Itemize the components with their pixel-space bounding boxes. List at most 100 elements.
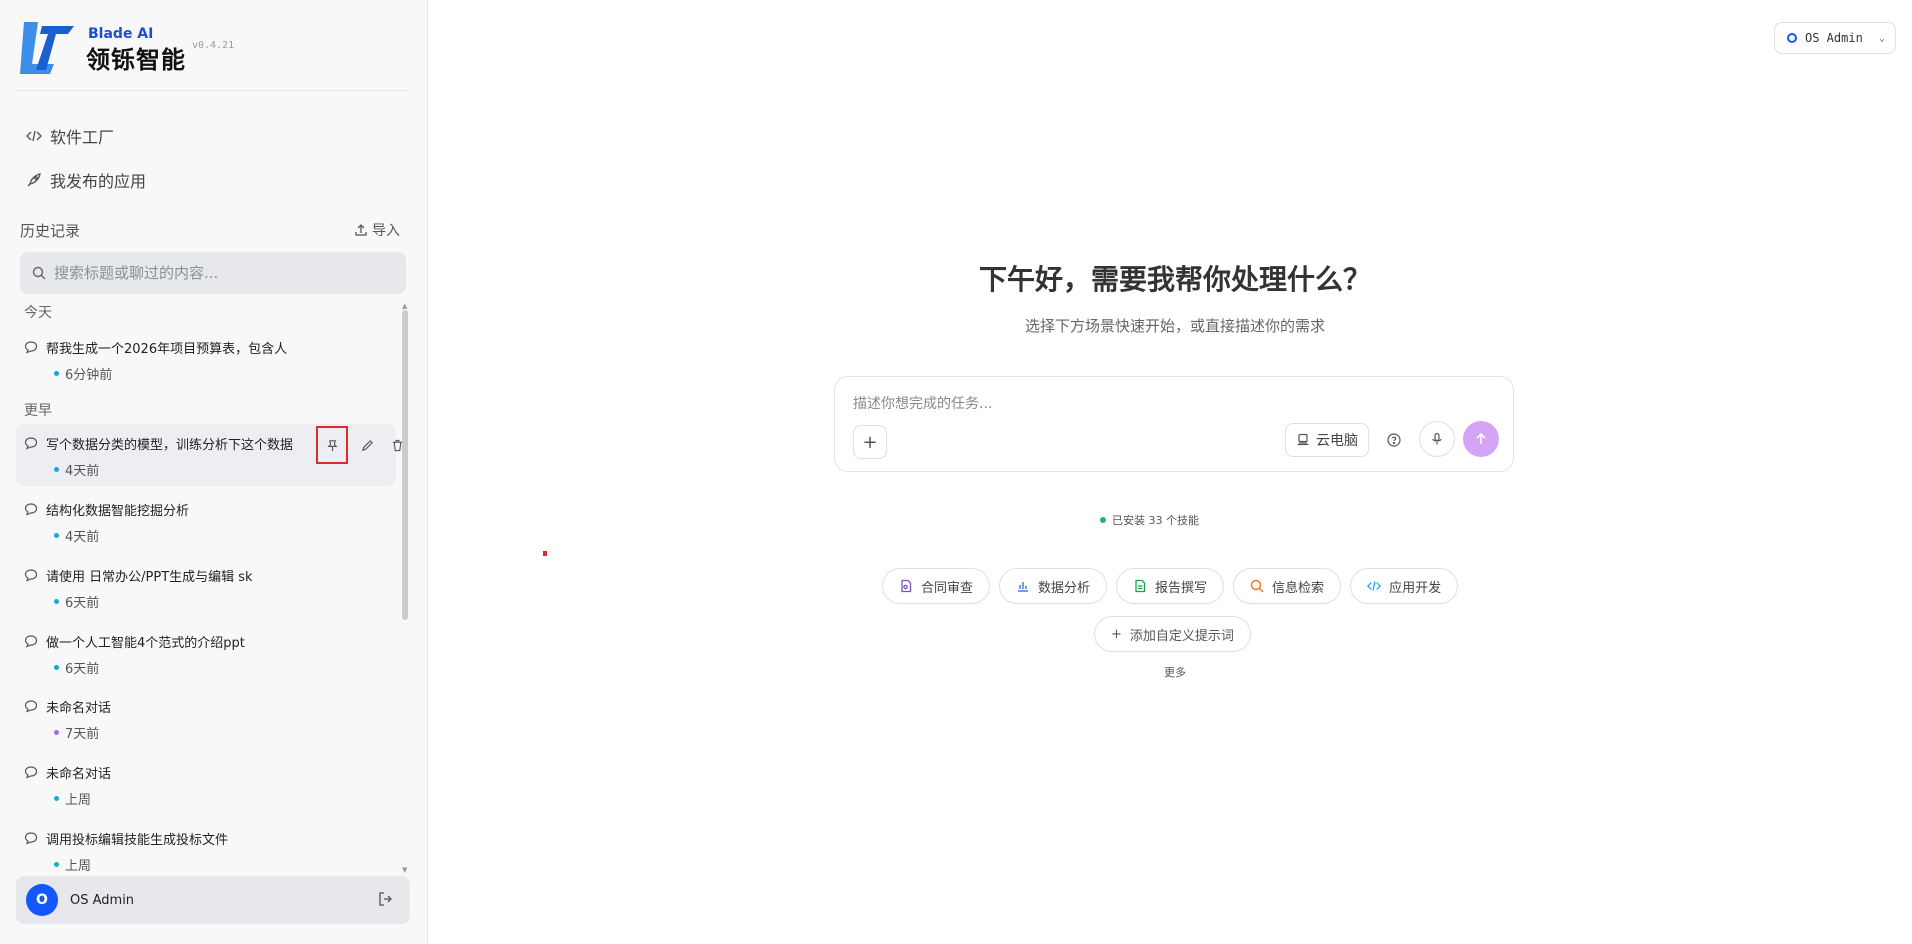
scenario-chips: 合同审查 数据分析 报告撰写 信息检索 应用开发 <box>882 568 1459 606</box>
chip-app-dev[interactable]: 应用开发 <box>1350 568 1459 604</box>
cursor-marker <box>543 551 547 556</box>
cloud-pc-label: 云电脑 <box>1316 433 1358 449</box>
history-item-title: 帮我生成一个2026年项目预算表，包含人 <box>46 342 288 357</box>
chat-bubble-icon <box>24 503 38 516</box>
task-input[interactable] <box>853 393 1493 417</box>
add-prompt-label: 添加自定义提示词 <box>1129 628 1234 644</box>
cloud-pc-button[interactable]: 云电脑 <box>1285 423 1369 457</box>
chip-info-search[interactable]: 信息检索 <box>1233 568 1342 604</box>
upload-icon <box>355 224 367 236</box>
status-dot <box>54 533 59 538</box>
status-dot <box>54 796 59 801</box>
group-label-today: 今天 <box>24 305 52 321</box>
history-item-time: 4天前 <box>54 460 99 479</box>
history-item-title: 未命名对话 <box>46 767 112 782</box>
chip-contract-review[interactable]: 合同审查 <box>882 568 991 604</box>
history-search[interactable] <box>20 252 406 294</box>
nav-my-apps[interactable]: 我发布的应用 <box>26 166 146 194</box>
rocket-icon <box>27 173 41 187</box>
chat-bubble-icon <box>24 569 38 582</box>
voice-input-button[interactable] <box>1419 421 1455 457</box>
nav-label: 我发布的应用 <box>50 172 147 191</box>
pencil-icon <box>361 439 373 451</box>
microphone-icon <box>1432 432 1442 445</box>
history-item[interactable]: 调用投标编辑技能生成投标文件 上周 <box>16 819 396 874</box>
history-item-time: 6天前 <box>54 658 99 677</box>
time-label: 7天前 <box>65 727 100 742</box>
history-item-active[interactable]: 写个数据分类的模型，训练分析下这个数据 4天前 <box>16 424 402 486</box>
chip-report-writing[interactable]: 报告撰写 <box>1116 568 1225 604</box>
pin-icon <box>326 439 338 451</box>
status-dot <box>54 371 59 376</box>
chat-bubble-icon <box>24 700 38 713</box>
history-item-title: 结构化数据智能挖掘分析 <box>46 504 190 519</box>
installed-skills-label: 已安装 33 个技能 <box>1112 514 1199 527</box>
history-title: 历史记录 <box>20 222 81 240</box>
logo-mark-icon <box>20 22 74 74</box>
top-user-label: OS Admin <box>1805 31 1863 45</box>
code-icon <box>1367 581 1382 591</box>
composer: + 云电脑 <box>834 376 1514 472</box>
trash-icon <box>392 439 402 451</box>
history-item-title: 未命名对话 <box>46 701 112 716</box>
divider <box>16 90 410 91</box>
chat-bubble-icon <box>24 437 38 450</box>
version-label: v0.4.21 <box>192 40 235 51</box>
history-list: 今天 帮我生成一个2026年项目预算表，包含人 6分钟前 更早 写个数据分类的模… <box>16 300 406 874</box>
chip-label: 应用开发 <box>1389 580 1442 596</box>
greeting-subtitle: 选择下方场景快速开始，或直接描述你的需求 <box>1024 317 1325 335</box>
history-item[interactable]: 未命名对话 7天前 <box>16 687 396 749</box>
add-custom-prompt-button[interactable]: + 添加自定义提示词 <box>1094 616 1251 652</box>
computer-icon <box>1297 433 1309 446</box>
history-item-actions <box>316 426 406 464</box>
brand-name-cn: 领铄智能 <box>86 46 186 74</box>
history-item[interactable]: 结构化数据智能挖掘分析 4天前 <box>16 490 396 552</box>
history-item-time: 7天前 <box>54 723 99 742</box>
chip-data-analysis[interactable]: 数据分析 <box>999 568 1108 604</box>
import-label: 导入 <box>372 223 400 239</box>
avatar[interactable]: O <box>26 884 58 916</box>
document-icon <box>901 579 912 593</box>
chat-bubble-icon <box>24 635 38 648</box>
time-label: 6天前 <box>65 662 100 677</box>
delete-button[interactable] <box>386 434 406 456</box>
user-status-ring-icon <box>1787 33 1797 43</box>
nav-software-factory[interactable]: 软件工厂 <box>26 122 114 150</box>
time-label: 6分钟前 <box>65 368 113 383</box>
sidebar: Blade AI 领铄智能 v0.4.21 软件工厂 我发布的应用 历史记录 导… <box>0 0 428 944</box>
history-item[interactable]: 帮我生成一个2026年项目预算表，包含人 6分钟前 <box>16 328 396 390</box>
history-item[interactable]: 未命名对话 上周 <box>16 753 396 815</box>
history-item-title: 调用投标编辑技能生成投标文件 <box>46 833 229 848</box>
app-root: Blade AI 领铄智能 v0.4.21 软件工厂 我发布的应用 历史记录 导… <box>0 0 1912 944</box>
status-dot <box>54 862 59 867</box>
chat-bubble-icon <box>24 341 38 354</box>
status-dot <box>1100 517 1106 523</box>
edit-button[interactable] <box>356 434 378 456</box>
history-item-title: 做一个人工智能4个范式的介绍ppt <box>46 636 245 651</box>
import-button[interactable]: 导入 <box>354 220 400 240</box>
pin-button[interactable] <box>316 426 348 464</box>
user-name: OS Admin <box>70 892 135 908</box>
search-icon <box>1250 579 1264 593</box>
brand-logo[interactable]: Blade AI 领铄智能 v0.4.21 <box>18 18 398 76</box>
user-card[interactable]: O OS Admin <box>16 876 410 924</box>
help-icon[interactable] <box>1385 431 1403 449</box>
status-dot <box>54 665 59 670</box>
send-button[interactable] <box>1463 421 1499 457</box>
search-icon <box>32 266 46 280</box>
attach-button[interactable]: + <box>853 425 887 459</box>
chip-label: 合同审查 <box>921 580 974 596</box>
code-icon <box>26 130 42 142</box>
time-label: 4天前 <box>65 464 100 479</box>
history-item-title: 写个数据分类的模型，训练分析下这个数据 <box>46 438 294 453</box>
history-item[interactable]: 请使用 日常办公/PPT生成与编辑 sk 6天前 <box>16 556 396 618</box>
top-user-menu[interactable]: OS Admin ⌄ <box>1774 22 1896 54</box>
history-item[interactable]: 做一个人工智能4个范式的介绍ppt 6天前 <box>16 622 396 684</box>
nav-label: 软件工厂 <box>50 128 115 147</box>
chevron-down-icon: ⌄ <box>1878 32 1885 44</box>
history-item-time: 6分钟前 <box>54 364 112 383</box>
more-link[interactable]: 更多 <box>1160 664 1190 680</box>
search-input[interactable] <box>54 264 384 282</box>
logout-icon[interactable] <box>378 891 394 907</box>
installed-skills[interactable]: 已安装 33 个技能 <box>1100 512 1250 528</box>
